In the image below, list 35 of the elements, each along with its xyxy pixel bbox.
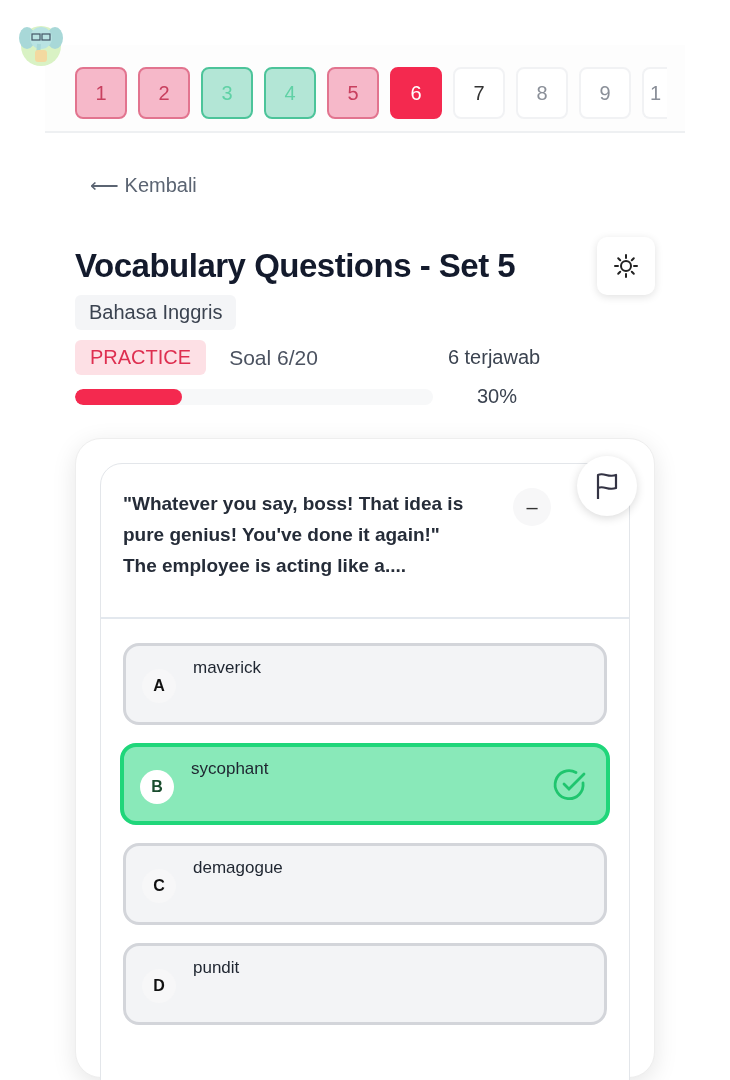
question-number-button[interactable]: 9 [579,67,631,119]
question-text: "Whatever you say, boss! That idea is pure genius! You've done it again!" [123,492,465,547]
question-number-button[interactable]: 5 [327,67,379,119]
back-link[interactable]: ⟵ Kembali [90,173,197,197]
subject-tag: Bahasa Inggris [75,295,237,330]
quiz-title: Vocabulary Questions - Set 5 [75,247,516,285]
answered-count: 6 terjawab [447,346,541,369]
question-number-button[interactable]: 7 [453,67,505,119]
flag-button[interactable] [577,456,637,516]
flag-icon [594,471,620,501]
option-text: demagogue [193,858,283,878]
mode-badge: PRACTICE [75,340,207,375]
sun-icon [613,253,639,279]
option-letter: B [140,770,174,804]
progress-percent: 30% [477,385,518,408]
question-number-button[interactable]: 1 [642,67,668,119]
question-number-button[interactable]: 2 [138,67,190,119]
question-text: The employee is acting like a.... [123,554,407,578]
question-number-button[interactable]: 1 [75,67,127,119]
answer-option[interactable]: A maverick [123,643,607,725]
question-number-button[interactable]: 6 [390,67,442,119]
question-counter: Soal 6/20 [229,345,318,370]
option-letter: A [142,669,176,703]
check-circle-icon [552,767,588,803]
option-letter: D [142,969,176,1003]
option-letter: C [142,869,176,903]
theme-toggle-button[interactable] [597,237,655,295]
option-text: sycophant [191,759,269,779]
question-number-button[interactable]: 8 [516,67,568,119]
answer-option[interactable]: C demagogue [123,843,607,925]
zoom-out-button[interactable]: – [513,488,551,526]
answer-option[interactable]: D pundit [123,943,607,1025]
answer-option[interactable]: B sycophant [120,743,610,825]
option-text: pundit [193,958,240,978]
option-text: maverick [193,658,261,678]
